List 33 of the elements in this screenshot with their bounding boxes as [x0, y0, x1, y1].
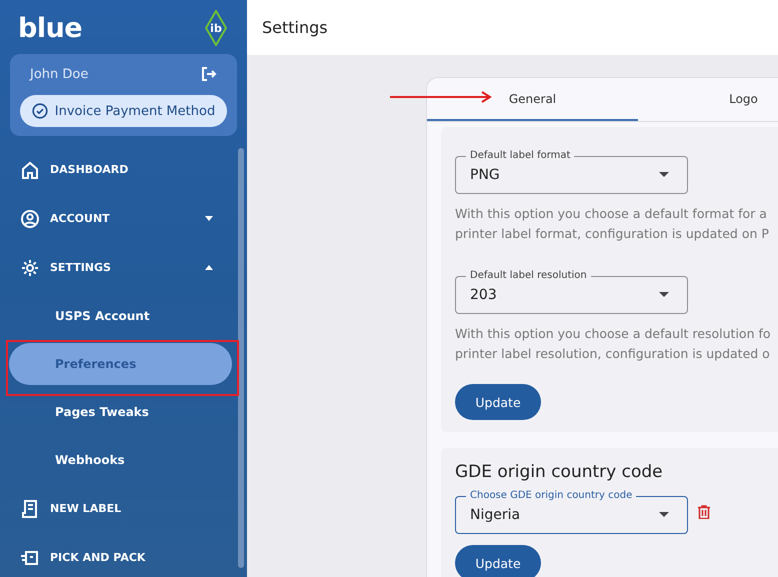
- page-title: Settings: [262, 18, 328, 37]
- help-text: With this option you choose a default resolution fo printer label resolution, configuration is updated o: [455, 325, 772, 363]
- scrollbar[interactable]: [238, 148, 244, 568]
- select-field[interactable]: Default label format PNG: [455, 150, 688, 194]
- nav-item[interactable]: SETTINGS: [0, 243, 247, 292]
- logout-icon[interactable]: [201, 66, 217, 82]
- nav-item[interactable]: ACCOUNT: [0, 194, 247, 243]
- update-button[interactable]: Update: [455, 545, 541, 577]
- check-circle-icon: [32, 103, 48, 119]
- receipt-icon: [21, 500, 39, 518]
- tab[interactable]: Logo: [638, 78, 778, 121]
- submenu-item[interactable]: Webhooks: [9, 436, 232, 484]
- logo-text: blue: [18, 12, 82, 44]
- submenu-item[interactable]: USPS Account: [9, 292, 232, 340]
- dropdown-icon: [659, 512, 669, 517]
- nav-item[interactable]: PICK AND PACK: [0, 533, 247, 577]
- tab[interactable]: General: [427, 78, 638, 121]
- invoice-payment-button[interactable]: Invoice Payment Method: [20, 95, 227, 127]
- diamond-badge: ib: [205, 10, 227, 46]
- home-icon: [21, 160, 39, 178]
- nav-item[interactable]: NEW LABEL: [0, 484, 247, 533]
- select-field[interactable]: Default label resolution 203: [455, 270, 688, 314]
- trash-icon[interactable]: [698, 505, 710, 519]
- user-circle-icon: [21, 210, 39, 228]
- help-text: With this option you choose a default format for a printer label format, configuration is updated on P: [455, 205, 770, 243]
- select-field[interactable]: Choose GDE origin country code Nigeria: [455, 490, 688, 534]
- dropdown-icon: [659, 172, 669, 177]
- update-button[interactable]: Update: [455, 384, 541, 420]
- dropdown-icon: [659, 292, 669, 297]
- nav-item[interactable]: DASHBOARD: [0, 145, 247, 194]
- submenu-item[interactable]: Pages Tweaks: [9, 388, 232, 436]
- user-name: John Doe: [30, 66, 88, 82]
- section-heading: GDE origin country code: [455, 462, 664, 482]
